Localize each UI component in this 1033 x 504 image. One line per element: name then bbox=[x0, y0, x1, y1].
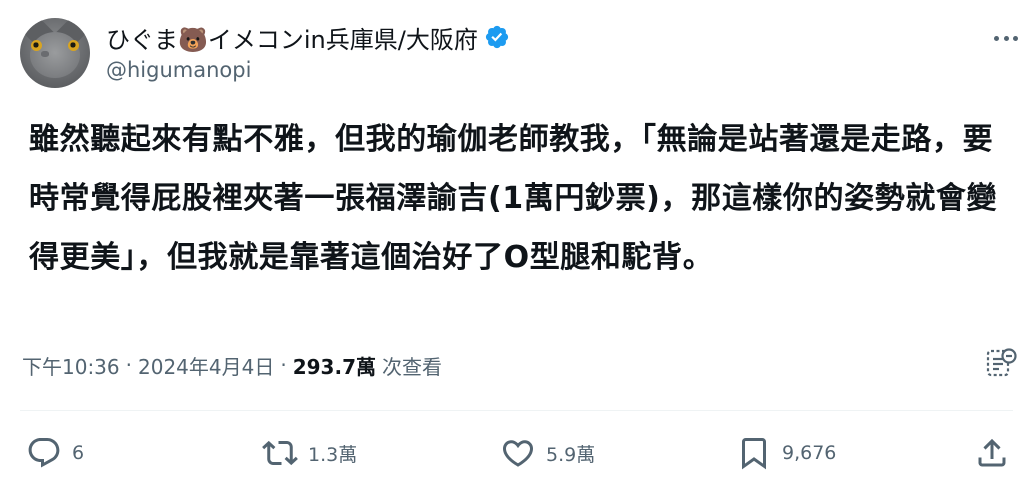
author-name-row: ひぐま🐻イメコンin兵庫県/大阪府 bbox=[106, 20, 510, 54]
cat-eye-right bbox=[68, 40, 79, 51]
cat-eye-left bbox=[31, 40, 42, 51]
bookmark-count: 9,676 bbox=[782, 442, 837, 464]
meta-separator: · bbox=[125, 353, 132, 377]
retweet-icon bbox=[262, 440, 298, 466]
avatar[interactable] bbox=[20, 18, 90, 88]
tweet-meta: 下午10:36 · 2024年4月4日 · 293.7萬 次查看 bbox=[22, 349, 442, 381]
cat-nose bbox=[41, 51, 49, 57]
reply-icon bbox=[28, 438, 60, 468]
bookmark-icon bbox=[742, 438, 766, 470]
tweet-text: 雖然聽起來有點不雅，但我的瑜伽老師教我，「無論是站著還是走路，要時常覺得屁股裡夾… bbox=[29, 122, 998, 275]
views-count: 293.7萬 bbox=[292, 354, 376, 379]
divider bbox=[20, 410, 1013, 411]
reply-button[interactable]: 6 bbox=[26, 430, 84, 476]
share-icon bbox=[978, 438, 1006, 467]
verified-badge-icon[interactable] bbox=[484, 24, 510, 50]
bookmark-button[interactable]: 9,676 bbox=[736, 430, 836, 476]
heart-icon bbox=[502, 440, 534, 467]
views-label: 次查看 bbox=[381, 354, 442, 379]
author-display-name[interactable]: ひぐま🐻イメコンin兵庫県/大阪府 bbox=[106, 20, 478, 55]
retweet-count: 1.3萬 bbox=[308, 443, 358, 466]
share-button[interactable] bbox=[974, 430, 1010, 476]
reply-count: 6 bbox=[72, 442, 85, 464]
like-count: 5.9萬 bbox=[546, 443, 596, 466]
like-button[interactable]: 5.9萬 bbox=[500, 430, 595, 476]
cat-face bbox=[30, 32, 80, 78]
meta-separator: · bbox=[280, 353, 287, 377]
analytics-icon[interactable] bbox=[984, 346, 1018, 380]
more-dots-icon[interactable] bbox=[988, 24, 1024, 52]
tweet-date[interactable]: 2024年4月4日 bbox=[138, 351, 274, 380]
tweet-actions: 6 1.3萬 5.9萬 9,676 bbox=[0, 430, 1033, 476]
author-handle[interactable]: @higumanopi bbox=[106, 58, 251, 82]
retweet-button[interactable]: 1.3萬 bbox=[262, 430, 357, 476]
tweet-time[interactable]: 下午10:36 bbox=[22, 351, 120, 380]
